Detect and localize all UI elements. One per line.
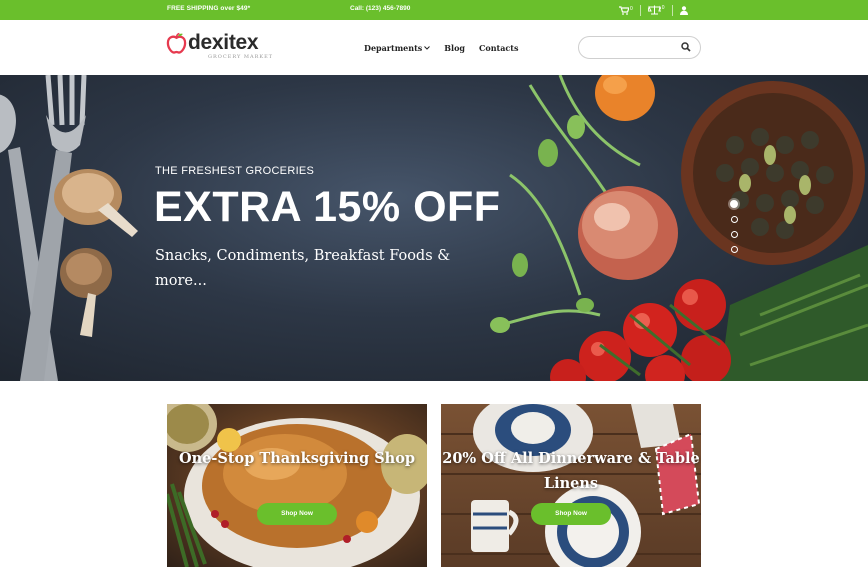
- nav-label: Departments: [364, 43, 423, 53]
- search-input[interactable]: [589, 40, 683, 56]
- slider-dot[interactable]: [731, 246, 738, 253]
- slider-dots: [730, 200, 738, 261]
- slider-dot[interactable]: [730, 200, 738, 208]
- promo-title: One-Stop Thanksgiving Shop: [178, 450, 416, 467]
- shop-now-button[interactable]: Shop Now: [531, 503, 611, 525]
- user-icon: [679, 5, 688, 15]
- nav-label: Contacts: [479, 43, 519, 53]
- logo-tagline: GROCERY MARKET: [208, 54, 274, 60]
- top-bar: FREE SHIPPING over $49* Call: (123) 456-…: [0, 0, 868, 20]
- nav-blog[interactable]: Blog: [444, 43, 465, 53]
- promo-title: 20% Off All Dinnerware & Table Linens: [442, 450, 700, 492]
- promo-tile-dinnerware[interactable]: 20% Off All Dinnerware & Table Linens Sh…: [441, 404, 701, 567]
- slider-dot[interactable]: [731, 216, 738, 223]
- topbar-icons: 0 0: [619, 2, 688, 18]
- hero-banner: THE FRESHEST GROCERIES EXTRA 15% OFF Sna…: [0, 75, 868, 381]
- hero-subline: Snacks, Condiments, Breakfast Foods & mo…: [155, 248, 451, 289]
- account-link[interactable]: [679, 5, 688, 15]
- hero-headline: EXTRA 15% OFF: [154, 183, 501, 231]
- free-shipping-text: FREE SHIPPING over $49*: [167, 5, 251, 12]
- compare-count: 0: [661, 5, 665, 11]
- cart-link[interactable]: 0: [619, 6, 633, 15]
- divider: [639, 4, 641, 16]
- turkey-photo: [167, 404, 427, 567]
- cart-icon: [619, 5, 629, 15]
- logo-text: dexitex: [188, 31, 259, 54]
- slider-dot[interactable]: [731, 231, 738, 238]
- search-icon[interactable]: [681, 42, 691, 52]
- nav-departments[interactable]: Departments: [364, 43, 431, 53]
- hero-kicker: THE FRESHEST GROCERIES: [155, 165, 315, 177]
- chevron-down-icon: [424, 46, 431, 50]
- phone-text: Call: (123) 456-7890: [350, 5, 411, 12]
- search-box: [578, 36, 701, 59]
- nav-contacts[interactable]: Contacts: [479, 43, 518, 53]
- apple-logo-icon: [166, 32, 187, 54]
- logo[interactable]: dexitex GROCERY MARKET: [166, 31, 272, 60]
- cart-count: 0: [630, 5, 633, 12]
- divider: [671, 4, 673, 16]
- compare-link[interactable]: 0: [647, 5, 665, 15]
- site-header: dexitex GROCERY MARKET Departments Blog …: [0, 20, 868, 75]
- shop-now-button[interactable]: Shop Now: [257, 503, 337, 525]
- promo-tile-thanksgiving[interactable]: One-Stop Thanksgiving Shop Shop Now: [167, 404, 427, 567]
- compare-icon: [647, 5, 661, 15]
- main-nav: Departments Blog Contacts: [364, 43, 533, 53]
- nav-label: Blog: [444, 43, 466, 53]
